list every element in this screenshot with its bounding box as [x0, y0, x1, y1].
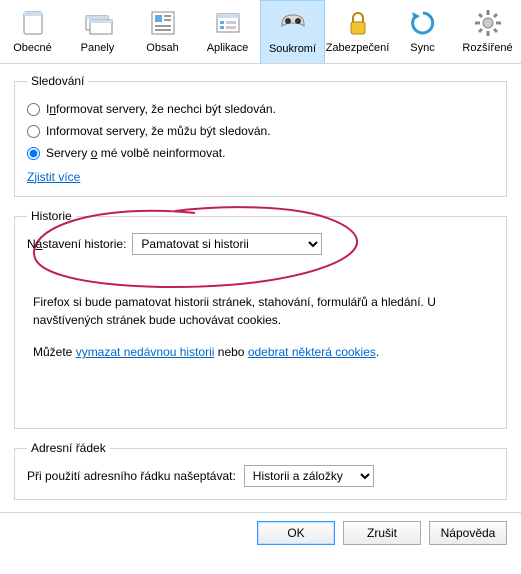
dialog-button-bar: OK Zrušit Nápověda [0, 512, 521, 559]
toolbar-tab-label: Obsah [130, 42, 195, 54]
tracking-opt-allow-track[interactable]: Informovat servery, že můžu být sledován… [27, 120, 494, 142]
help-button[interactable]: Nápověda [429, 521, 507, 545]
history-mode-select[interactable]: Pamatovat si historii [132, 233, 322, 255]
history-info-links: Můžete vymazat nedávnou historii nebo od… [33, 343, 488, 361]
toolbar-tab-label: Obecné [0, 42, 65, 54]
toolbar-tab-sync[interactable]: Sync [390, 0, 455, 63]
tracking-group: Sledování Informovat servery, že nechci … [14, 74, 507, 197]
advanced-icon [455, 6, 520, 40]
tracking-learn-more-link[interactable]: Zjistit více [27, 170, 80, 184]
security-icon [325, 6, 390, 40]
tracking-radio-2[interactable] [27, 125, 40, 138]
toolbar-tab-apps[interactable]: Aplikace [195, 0, 260, 63]
toolbar-tab-label: Panely [65, 42, 130, 54]
toolbar-tab-advanced[interactable]: Rozšířené [455, 0, 520, 63]
toolbar-tab-label: Rozšířené [455, 42, 520, 54]
toolbar-tab-general[interactable]: Obecné [0, 0, 65, 63]
cancel-button[interactable]: Zrušit [343, 521, 421, 545]
history-info-text: Firefox si bude pamatovat historii strán… [33, 293, 488, 329]
toolbar: ObecnéPanelyObsahAplikaceSoukromíZabezpe… [0, 0, 521, 64]
toolbar-tab-label: Sync [390, 42, 455, 54]
history-mode-label: Nastavení historie: [27, 237, 126, 251]
toolbar-tab-privacy[interactable]: Soukromí [260, 0, 325, 63]
toolbar-tab-security[interactable]: Zabezpečení [325, 0, 390, 63]
panels-icon [65, 6, 130, 40]
apps-icon [195, 6, 260, 40]
toolbar-tab-panels[interactable]: Panely [65, 0, 130, 63]
tracking-opt-no-pref[interactable]: Servery o mé volbě neinformovat. [27, 142, 494, 164]
content-icon [130, 6, 195, 40]
sync-icon [390, 6, 455, 40]
tracking-opt-do-not-track[interactable]: Informovat servery, že nechci být sledov… [27, 98, 494, 120]
tracking-radio-1[interactable] [27, 103, 40, 116]
toolbar-tab-label: Zabezpečení [325, 42, 390, 54]
privacy-icon [261, 7, 324, 41]
clear-history-link[interactable]: vymazat nedávnou historii [76, 345, 215, 359]
toolbar-tab-content[interactable]: Obsah [130, 0, 195, 63]
general-icon [0, 6, 65, 40]
addressbar-suggest-label: Při použití adresního řádku našeptávat: [27, 469, 236, 483]
addressbar-group: Adresní řádek Při použití adresního řádk… [14, 441, 507, 500]
history-legend: Historie [27, 209, 76, 223]
history-group: Historie Nastavení historie: Pamatovat s… [14, 209, 507, 429]
tracking-radio-3[interactable] [27, 147, 40, 160]
tracking-legend: Sledování [27, 74, 88, 88]
addressbar-suggest-select[interactable]: Historii a záložky [244, 465, 374, 487]
toolbar-tab-label: Aplikace [195, 42, 260, 54]
toolbar-tab-label: Soukromí [261, 43, 324, 55]
ok-button[interactable]: OK [257, 521, 335, 545]
addressbar-legend: Adresní řádek [27, 441, 110, 455]
remove-cookies-link[interactable]: odebrat některá cookies [248, 345, 376, 359]
